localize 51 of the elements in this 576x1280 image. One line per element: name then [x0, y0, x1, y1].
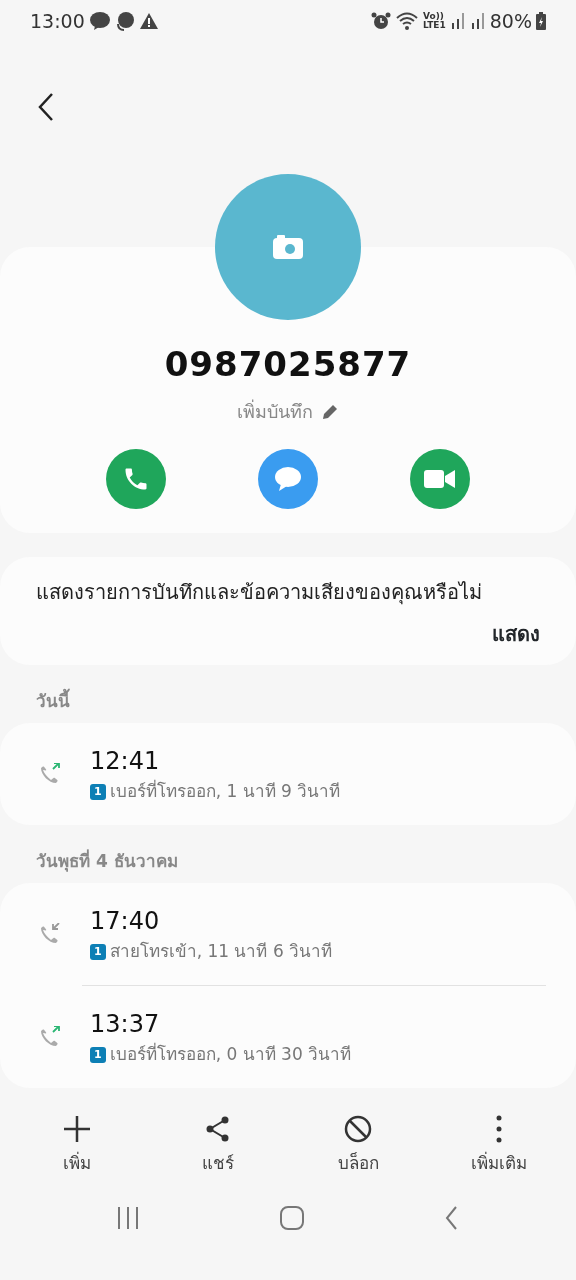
back-button[interactable] — [36, 92, 56, 122]
back-icon[interactable] — [444, 1205, 460, 1230]
more-button[interactable]: เพิ่มเติม — [438, 1114, 559, 1178]
video-call-button[interactable] — [410, 449, 470, 509]
sim-badge: 1 — [90, 784, 106, 800]
signal-icon — [469, 11, 486, 31]
prompt-text: แสดงรายการบันทึกและข้อความเสียงของคุณหรือไม่ — [36, 579, 483, 607]
call-log-entry[interactable]: 12:41 1 เบอร์ที่โทรออก, 1 นาที 9 วินาที — [0, 723, 576, 825]
video-camera-icon — [424, 468, 456, 490]
incoming-call-icon — [38, 923, 62, 945]
add-icon — [63, 1115, 91, 1143]
recent-apps-icon[interactable] — [116, 1205, 140, 1230]
battery-icon — [536, 12, 546, 30]
block-button[interactable]: บล็อก — [298, 1114, 419, 1178]
call-time: 12:41 — [90, 746, 161, 778]
warning-icon — [138, 12, 159, 30]
clock-time: 13:00 — [30, 8, 85, 34]
chat-bubble-icon — [274, 466, 302, 492]
add-note-button[interactable]: เพิ่มบันทึก — [237, 398, 339, 425]
section-heading: วันนี้ — [36, 689, 70, 715]
network-label: LTE1 — [422, 21, 446, 30]
block-icon — [344, 1115, 373, 1143]
signal-icon — [449, 11, 466, 31]
call-detail: สายโทรเข้า, 11 นาที 6 วินาที — [109, 940, 333, 964]
call-log-entry[interactable]: 17:40 1 สายโทรเข้า, 11 นาที 6 วินาที — [0, 883, 576, 985]
add-button[interactable]: เพิ่ม — [17, 1114, 137, 1178]
call-button[interactable] — [106, 449, 166, 509]
call-detail: เบอร์ที่โทรออก, 0 นาที 30 วินาที — [109, 1042, 352, 1067]
camera-icon — [273, 235, 303, 259]
sim-badge: 1 — [90, 1047, 106, 1063]
phone-number: 0987025877 — [163, 343, 413, 386]
message-button[interactable] — [258, 449, 318, 509]
show-button[interactable]: แสดง — [492, 619, 540, 649]
pencil-icon — [321, 402, 339, 421]
more-icon — [495, 1115, 502, 1143]
outgoing-call-icon — [38, 1026, 62, 1048]
chat-bubble-icon — [88, 11, 111, 31]
wifi-icon — [394, 11, 419, 31]
chat-bubble-icon — [114, 11, 135, 31]
sim-badge: 1 — [90, 944, 106, 960]
call-time: 13:37 — [90, 1009, 161, 1041]
section-heading: วันพุธที่ 4 ธันวาคม — [36, 849, 178, 874]
call-log-entry[interactable]: 13:37 1 เบอร์ที่โทรออก, 0 นาที 30 วินาที — [82, 985, 546, 1088]
alarm-icon — [370, 11, 391, 31]
home-icon[interactable] — [280, 1205, 304, 1230]
share-button[interactable]: แชร์ — [157, 1114, 278, 1178]
battery-percent: 80% — [489, 8, 532, 34]
call-detail: เบอร์ที่โทรออก, 1 นาที 9 วินาที — [109, 779, 341, 804]
outgoing-call-icon — [38, 763, 62, 785]
call-time: 17:40 — [90, 906, 161, 938]
volte-label: Vo)) — [422, 12, 444, 21]
